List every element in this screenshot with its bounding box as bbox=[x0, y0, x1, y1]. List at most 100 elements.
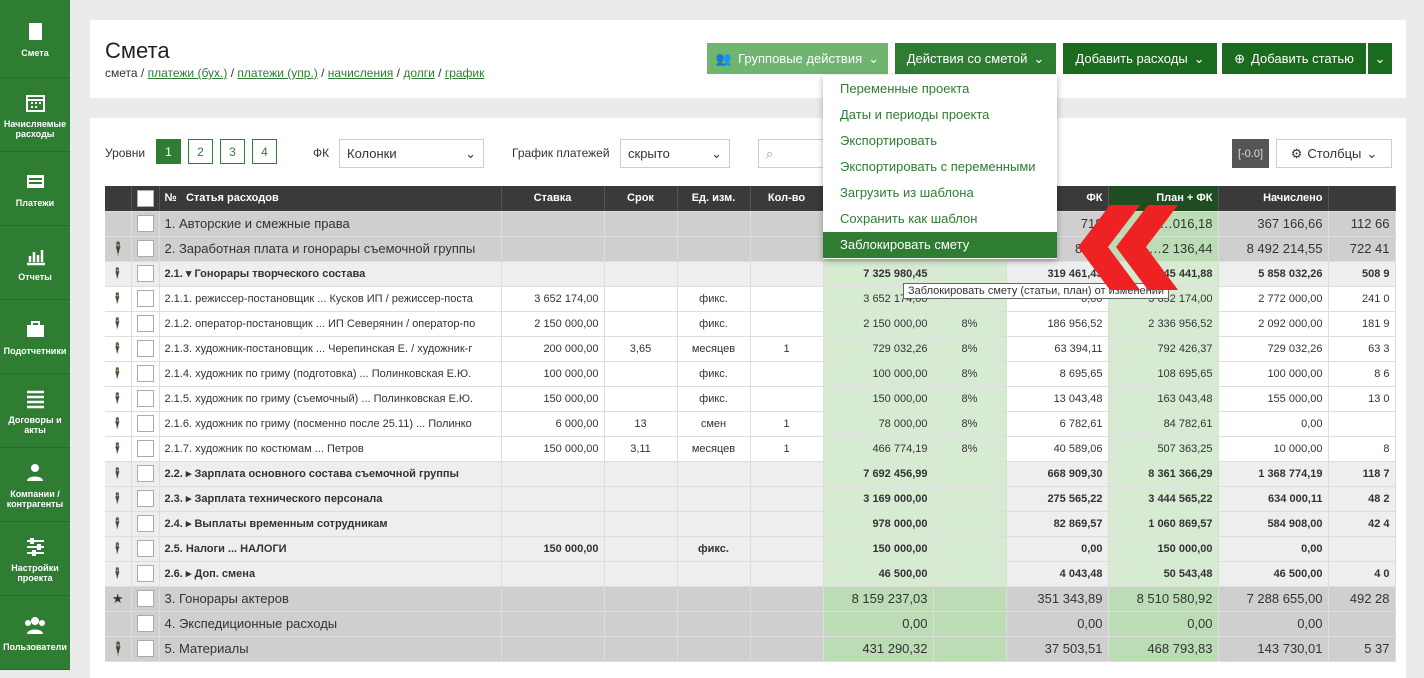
menu-item[interactable]: Сохранить как шаблон bbox=[823, 206, 1057, 232]
table-row[interactable]: ★ 3. Гонорары актеров 8 159 237,03 351 343,… bbox=[105, 586, 1396, 612]
table-cell: 112 66 bbox=[1328, 211, 1396, 237]
table-cell: 37 503,51 bbox=[1006, 636, 1109, 662]
table-cell: 63 394,11 bbox=[1006, 336, 1109, 362]
table-row[interactable]: 4. Экспедиционные расходы 0,00 0,00 0,00 0,0… bbox=[105, 611, 1396, 637]
table-row[interactable]: 🕴 2.1.1. режиссер-постановщик ... Кусков … bbox=[105, 286, 1396, 312]
menu-item[interactable]: Экспортировать с переменными bbox=[823, 154, 1057, 180]
row-checkbox[interactable] bbox=[131, 236, 160, 262]
add-item-dropdown-button[interactable]: ⌄ bbox=[1368, 43, 1392, 74]
sidebar-item[interactable]: Подотчетники bbox=[0, 300, 70, 374]
table-row[interactable]: 🕴 2.1.2. оператор-постановщик ... ИП Севе… bbox=[105, 311, 1396, 337]
sidebar-item[interactable]: Настройки проекта bbox=[0, 522, 70, 596]
table-row[interactable]: 🕴 2.1.3. художник-постановщик ... Черепин… bbox=[105, 336, 1396, 362]
balance-badge: [-0.0] bbox=[1232, 139, 1269, 168]
level-button[interactable]: 2 bbox=[188, 139, 213, 164]
row-checkbox[interactable] bbox=[131, 411, 160, 437]
table-cell: 150 000,00 bbox=[501, 536, 605, 562]
column-header[interactable]: Начислено bbox=[1218, 186, 1329, 212]
row-checkbox[interactable] bbox=[131, 636, 160, 662]
table-cell bbox=[604, 586, 678, 612]
row-checkbox[interactable] bbox=[131, 336, 160, 362]
table-row[interactable]: 🕴 2.4. ▸ Выплаты временным сотрудникам 978… bbox=[105, 511, 1396, 537]
sidebar-item[interactable]: Отчеты bbox=[0, 226, 70, 300]
table-row[interactable]: 🕴 2.2. ▸ Зарплата основного состава съемо… bbox=[105, 461, 1396, 487]
table-cell bbox=[501, 511, 605, 537]
level-button[interactable]: 1 bbox=[156, 139, 181, 164]
add-item-button[interactable]: ⊕ Добавить статью bbox=[1222, 43, 1366, 74]
sidebar-item[interactable]: Компании / контрагенты bbox=[0, 448, 70, 522]
sidebar-item[interactable]: Смета bbox=[0, 0, 70, 78]
table-cell: 0,00 bbox=[1108, 611, 1219, 637]
table-row[interactable]: 🕴 2.1. ▾ Гонорары творческого состава 7 32… bbox=[105, 261, 1396, 287]
row-checkbox[interactable] bbox=[131, 561, 160, 587]
column-header[interactable]: № Статья расходов bbox=[159, 186, 502, 212]
table-row[interactable]: 🕴 5. Материалы 431 290,32 37 503,51 468 793,… bbox=[105, 636, 1396, 662]
table-row[interactable]: 🕴 2.5. Налоги ... НАЛОГИ 150 000,00 фикс. 15… bbox=[105, 536, 1396, 562]
sidebar-item[interactable]: Договоры и акты bbox=[0, 374, 70, 448]
table-row[interactable]: 🕴 2.1.4. художник по гриму (подготовка) .… bbox=[105, 361, 1396, 387]
column-header[interactable]: Ед. изм. bbox=[677, 186, 751, 212]
row-checkbox[interactable] bbox=[131, 211, 160, 237]
menu-item[interactable]: Заблокировать смету bbox=[823, 232, 1057, 258]
row-checkbox[interactable] bbox=[131, 436, 160, 462]
sidebar-item-label: Пользователи bbox=[3, 641, 67, 652]
table-cell: 2 336 956,52 bbox=[1108, 311, 1219, 337]
sidebar-item[interactable]: Платежи bbox=[0, 152, 70, 226]
breadcrumb-link[interactable]: график bbox=[445, 66, 485, 80]
breadcrumb-link[interactable]: платежи (упр.) bbox=[237, 66, 317, 80]
schedule-select[interactable]: скрыто ⌄ bbox=[620, 139, 730, 168]
table-row[interactable]: 🕴 2.6. ▸ Доп. смена 46 500,00 4 043,48 50 54… bbox=[105, 561, 1396, 587]
row-checkbox[interactable] bbox=[131, 486, 160, 512]
table-row[interactable]: 🕴 2.1.6. художник по гриму (посменно посл… bbox=[105, 411, 1396, 437]
table-row[interactable]: 🕴 2. Заработная плата и гонорары съемочно… bbox=[105, 236, 1396, 262]
menu-item[interactable]: Загрузить из шаблона bbox=[823, 180, 1057, 206]
row-checkbox[interactable] bbox=[131, 386, 160, 412]
breadcrumb-link[interactable]: долги bbox=[403, 66, 435, 80]
breadcrumb-link[interactable]: начисления bbox=[328, 66, 394, 80]
row-checkbox[interactable] bbox=[131, 311, 160, 337]
table-cell: 8% bbox=[933, 311, 1007, 337]
select-all-checkbox[interactable] bbox=[131, 186, 160, 212]
level-button[interactable]: 4 bbox=[252, 139, 277, 164]
table-cell: 5 858 032,26 bbox=[1218, 261, 1329, 287]
column-header[interactable]: Кол-во bbox=[750, 186, 824, 212]
table-cell bbox=[933, 511, 1007, 537]
table-cell bbox=[750, 286, 824, 312]
row-checkbox[interactable] bbox=[131, 536, 160, 562]
table-row[interactable]: 🕴 2.3. ▸ Зарплата технического персонала 3… bbox=[105, 486, 1396, 512]
menu-item[interactable]: Переменные проекта bbox=[823, 76, 1057, 102]
table-row[interactable]: 🕴 2.1.7. художник по костюмам ... Петров 1… bbox=[105, 436, 1396, 462]
fk-select[interactable]: Колонки ⌄ bbox=[339, 139, 484, 168]
menu-item[interactable]: Даты и периоды проекта bbox=[823, 102, 1057, 128]
column-header[interactable] bbox=[1328, 186, 1396, 212]
table-row[interactable]: 🕴 2.1.5. художник по гриму (съемочный) ..… bbox=[105, 386, 1396, 412]
row-checkbox[interactable] bbox=[131, 361, 160, 387]
table-cell bbox=[604, 386, 678, 412]
table-cell: 0,00 bbox=[1218, 411, 1329, 437]
sliders-icon bbox=[27, 537, 44, 556]
row-checkbox[interactable] bbox=[131, 511, 160, 537]
row-checkbox[interactable] bbox=[131, 611, 160, 637]
table-row[interactable]: 1. Авторские и смежные права 718 2 …016,18… bbox=[105, 211, 1396, 237]
column-header[interactable]: Ставка bbox=[501, 186, 605, 212]
group-actions-button[interactable]: 👥 Групповые действия ⌄ bbox=[707, 43, 888, 74]
column-header[interactable]: Срок bbox=[604, 186, 678, 212]
row-checkbox[interactable] bbox=[131, 261, 160, 287]
level-button[interactable]: 3 bbox=[220, 139, 245, 164]
columns-button[interactable]: ⚙ Столбцы ⌄ bbox=[1276, 139, 1392, 168]
row-checkbox[interactable] bbox=[131, 286, 160, 312]
row-checkbox[interactable] bbox=[131, 461, 160, 487]
sidebar-item-label: Подотчетники bbox=[3, 345, 67, 356]
sidebar-item[interactable]: Пользователи bbox=[0, 596, 70, 670]
table-cell: 2.1.4. художник по гриму (подготовка) ..… bbox=[159, 361, 502, 387]
breadcrumb-link[interactable]: платежи (бух.) bbox=[148, 66, 228, 80]
table-cell: 729 032,26 bbox=[823, 336, 934, 362]
chevron-down-icon: ⌄ bbox=[1193, 50, 1205, 66]
search-input[interactable]: ⌕ bbox=[758, 139, 828, 168]
estimate-actions-button[interactable]: Действия со сметой ⌄ bbox=[895, 43, 1056, 74]
sidebar-item[interactable]: Начисляемые расходы bbox=[0, 78, 70, 152]
add-expenses-button[interactable]: Добавить расходы ⌄ bbox=[1063, 43, 1217, 74]
menu-item[interactable]: Экспортировать bbox=[823, 128, 1057, 154]
row-checkbox[interactable] bbox=[131, 586, 160, 612]
table-cell bbox=[750, 361, 824, 387]
